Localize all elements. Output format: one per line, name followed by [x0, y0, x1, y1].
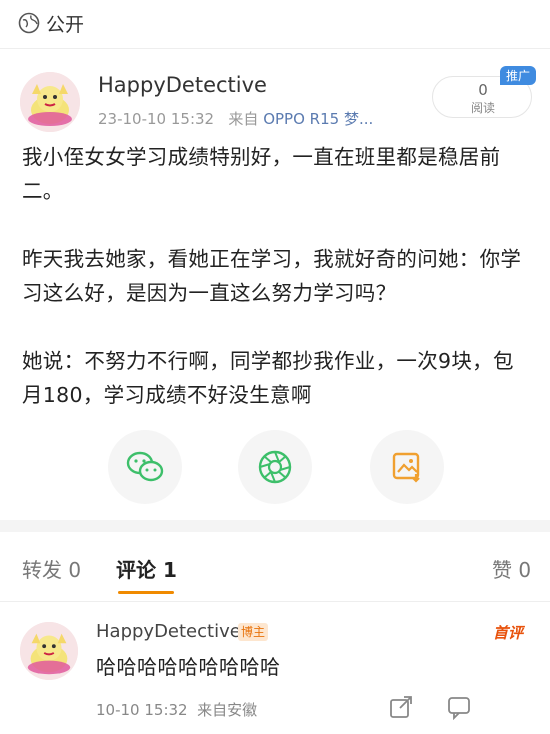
wechat-icon [126, 451, 164, 482]
post-paragraph: 我小侄女女学习成绩特别好，一直在班里都是稳居前二。 [22, 145, 501, 203]
share-comment-icon[interactable] [388, 694, 414, 720]
tabs-divider [0, 601, 550, 602]
comment-source: 来自安徽 [197, 701, 258, 719]
post-time: 23-10-10 15:32 [98, 110, 215, 128]
save-image-icon [392, 452, 420, 483]
visibility-label: 公开 [46, 13, 85, 36]
post-device-link[interactable]: OPPO R15 梦... [263, 110, 373, 128]
post-from-label: 来自 [228, 110, 259, 128]
comment-text: 哈哈哈哈哈哈哈哈哈 [96, 655, 281, 679]
post-author-name[interactable]: HappyDetective [98, 73, 267, 97]
globe-icon [18, 12, 40, 34]
header-divider [0, 48, 550, 49]
save-image-button[interactable] [370, 430, 444, 504]
read-label: 阅读 [470, 101, 495, 115]
comment-author-name[interactable]: HappyDetective [96, 621, 241, 642]
moments-icon [258, 450, 292, 484]
comment-time: 10-10 15:32 [96, 701, 188, 719]
first-comment-badge: 首评 [493, 624, 524, 642]
visibility-bar[interactable]: 公开 [0, 0, 550, 46]
author-avatar[interactable] [20, 72, 80, 132]
reply-comment-icon[interactable] [446, 694, 472, 720]
tab-repost[interactable]: 转发 0 [22, 554, 81, 583]
post-paragraph: 昨天我去她家，看她正在学习，我就好奇的问她：你学习这么好，是因为一直这么努力学习… [22, 247, 522, 305]
comment-meta: 10-10 15:32 来自安徽 [96, 699, 257, 720]
avatar-illustration [20, 622, 78, 680]
section-gap [0, 520, 550, 532]
avatar-illustration [20, 72, 80, 132]
tab-comments[interactable]: 评论 1 [116, 554, 177, 583]
post-meta: 23-10-10 15:32 来自 OPPO R15 梦... [98, 108, 373, 129]
active-tab-indicator [118, 591, 174, 594]
post-body: 我小侄女女学习成绩特别好，一直在班里都是稳居前二。 昨天我去她家，看她正在学习，… [22, 140, 532, 412]
share-wechat-button[interactable] [108, 430, 182, 504]
blogger-badge: 博主 [238, 623, 269, 641]
post-paragraph: 她说：不努力不行啊，同学都抄我作业，一次9块，包月180，学习成绩不好没生意啊 [22, 349, 514, 407]
comment-avatar[interactable] [20, 622, 78, 680]
tab-likes[interactable]: 赞 0 [492, 554, 531, 583]
promote-badge[interactable]: 推广 [500, 66, 537, 85]
share-moments-button[interactable] [238, 430, 312, 504]
